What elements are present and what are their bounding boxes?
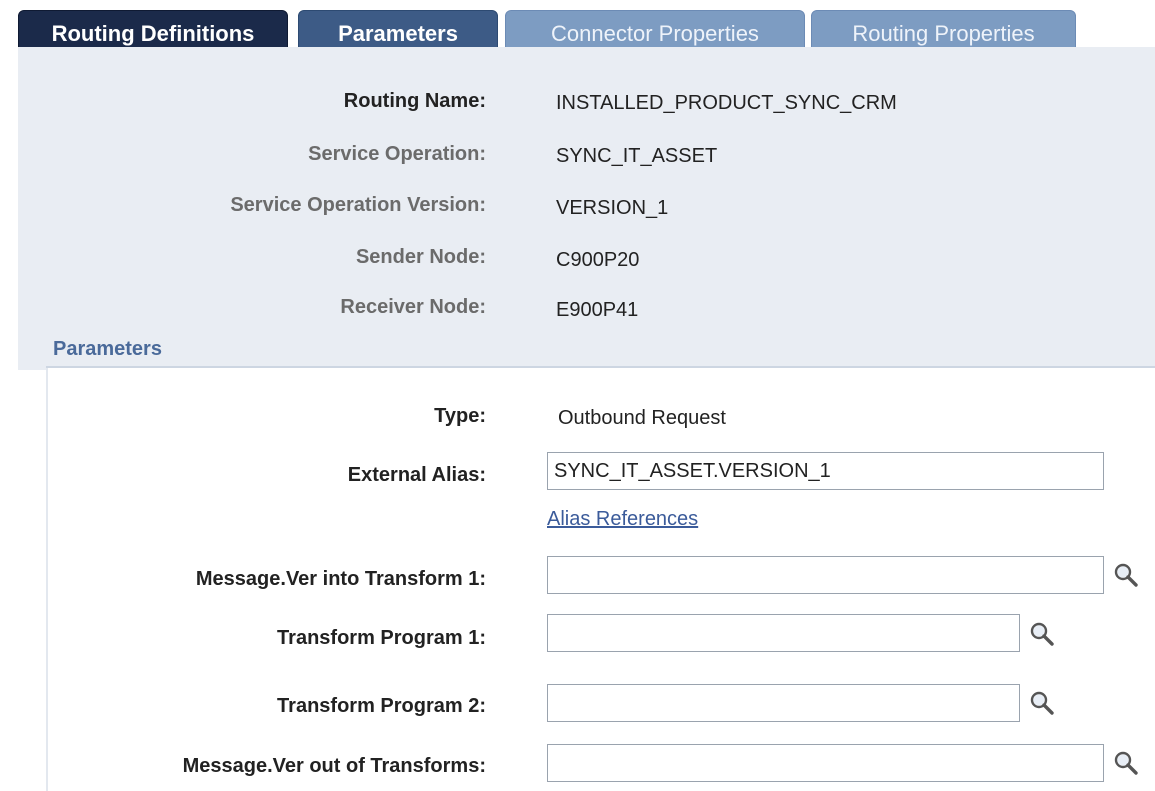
type-value: Outbound Request xyxy=(558,407,726,429)
tab-parameters[interactable]: Parameters xyxy=(298,10,498,48)
tab-connector-properties[interactable]: Connector Properties xyxy=(505,10,805,48)
sender-node-label: Sender Node: xyxy=(355,246,486,268)
message-ver-into-transform-input[interactable] xyxy=(547,556,1104,594)
receiver-node-label: Receiver Node: xyxy=(340,296,486,318)
routing-name-label: Routing Name: xyxy=(343,90,486,112)
external-alias-input[interactable] xyxy=(547,452,1104,490)
service-operation-label: Service Operation: xyxy=(308,143,486,165)
tab-routing-definitions[interactable]: Routing Definitions xyxy=(18,10,288,48)
receiver-node-value: E900P41 xyxy=(556,299,639,321)
magnifier-icon[interactable] xyxy=(1113,562,1139,588)
tab-label: Routing Definitions xyxy=(51,21,255,46)
tab-label: Parameters xyxy=(338,21,458,46)
magnifier-icon[interactable] xyxy=(1029,690,1055,716)
transform-program-1-input[interactable] xyxy=(547,614,1020,652)
message-ver-out-of-transforms-input[interactable] xyxy=(547,744,1104,782)
type-label: Type: xyxy=(434,405,486,427)
magnifier-icon[interactable] xyxy=(1029,621,1055,647)
transform-program-2-label: Transform Program 2: xyxy=(277,695,486,717)
sender-node-value: C900P20 xyxy=(556,249,640,271)
tab-label: Connector Properties xyxy=(551,21,759,46)
message-ver-into-transform-label: Message.Ver into Transform 1: xyxy=(195,568,486,590)
service-operation-version-value: VERSION_1 xyxy=(556,197,669,219)
service-operation-value: SYNC_IT_ASSET xyxy=(556,145,718,167)
tab-label: Routing Properties xyxy=(852,21,1035,46)
routing-name-value: INSTALLED_PRODUCT_SYNC_CRM xyxy=(556,92,897,114)
alias-references-link[interactable]: Alias References xyxy=(547,508,698,531)
external-alias-label: External Alias: xyxy=(347,464,486,486)
parameters-section-title: Parameters xyxy=(53,338,162,360)
transform-program-1-label: Transform Program 1: xyxy=(277,627,486,649)
message-ver-out-of-transforms-label: Message.Ver out of Transforms: xyxy=(182,755,486,777)
service-operation-version-label: Service Operation Version: xyxy=(230,194,486,216)
magnifier-icon[interactable] xyxy=(1113,750,1139,776)
transform-program-2-input[interactable] xyxy=(547,684,1020,722)
tab-routing-properties[interactable]: Routing Properties xyxy=(811,10,1076,48)
